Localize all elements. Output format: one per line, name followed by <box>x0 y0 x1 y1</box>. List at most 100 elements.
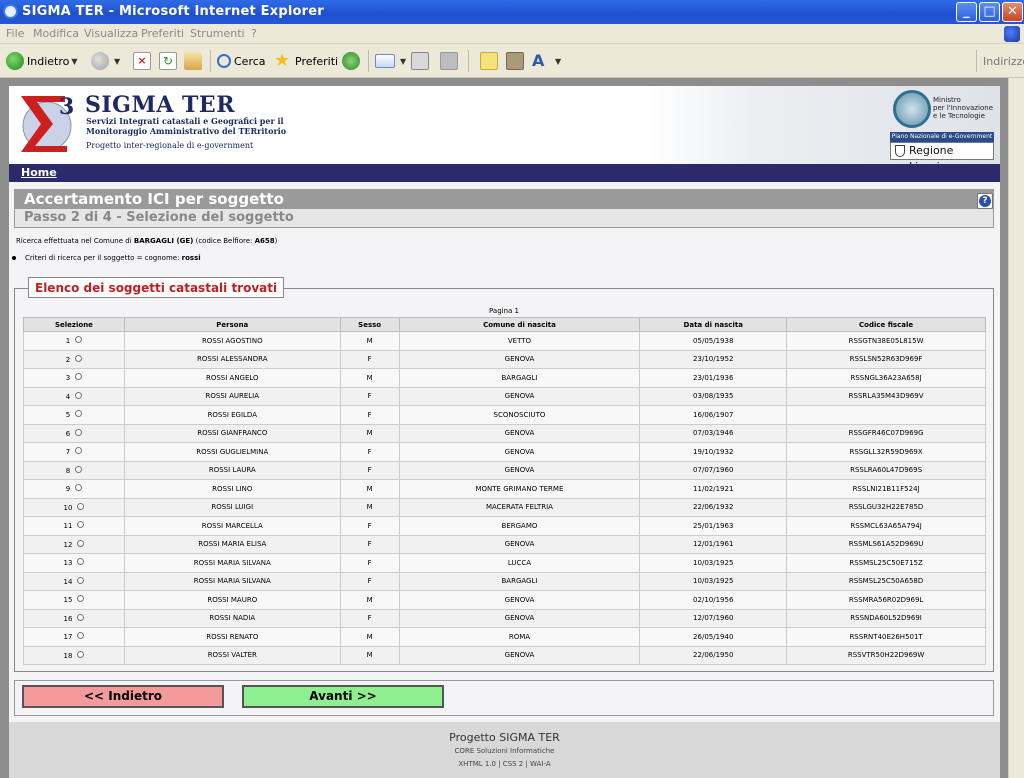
brand-subtitle-line1: Servizi Integrati catastali e Geografici… <box>86 116 284 126</box>
table-row[interactable]: 1 ROSSI AGOSTINO M VETTO 05/05/1938 RSSGTN38E… <box>23 331 986 351</box>
selection-radio[interactable] <box>77 650 85 658</box>
research-button[interactable] <box>506 51 527 71</box>
font-size-button[interactable]: A ▼ <box>532 51 561 71</box>
table-row[interactable]: 2 ROSSI ALESSANDRA F GENOVA 23/10/1952 RSSLSN… <box>23 349 986 369</box>
chevron-down-icon[interactable]: ▼ <box>114 57 120 66</box>
selection-radio[interactable] <box>75 428 83 436</box>
selection-radio[interactable] <box>77 502 85 510</box>
history-icon <box>342 52 360 70</box>
print-button[interactable] <box>411 51 432 71</box>
sesso-cell: F <box>339 608 400 628</box>
selection-radio[interactable] <box>75 465 83 473</box>
codice-fiscale-cell: RSSLGU32H22E785D <box>786 497 986 517</box>
back-label: Indietro <box>27 54 70 68</box>
codice-fiscale-cell: RSSLNI21B11F524J <box>786 479 986 499</box>
selection-radio[interactable] <box>75 447 83 455</box>
menu-help[interactable]: ? <box>251 27 257 40</box>
data-cell: 22/06/1950 <box>639 645 788 665</box>
table-row[interactable]: 11 ROSSI MARCELLA F BERGAMO 25/01/1963 RSSMCL… <box>23 516 986 536</box>
selection-radio[interactable] <box>75 354 83 362</box>
help-button[interactable]: ? <box>977 193 993 209</box>
comune-cell: GENOVA <box>398 645 641 665</box>
table-row[interactable]: 15 ROSSI MAURO M GENOVA 02/10/1956 RSSMRA56R0… <box>23 590 986 610</box>
comune-cell: MONTE GRIMANO TERME <box>398 479 641 499</box>
table-row[interactable]: 7 ROSSI GUGLIELMINA F GENOVA 19/10/1932 RSSGL… <box>23 442 986 462</box>
table-row[interactable]: 13 ROSSI MARIA SILVANA F LUCCA 10/03/1925 RSS… <box>23 553 986 573</box>
back-arrow-icon <box>6 52 24 70</box>
codice-fiscale-cell: RSSLSN52R63D969F <box>786 349 986 369</box>
table-row[interactable]: 10 ROSSI LUIGI M MACERATA FELTRIA 22/06/1932… <box>23 497 986 517</box>
close-button[interactable]: ✕ <box>1002 2 1023 22</box>
back-button[interactable]: Indietro ▼ <box>6 51 78 71</box>
menu-strumenti[interactable]: Strumenti <box>190 27 245 40</box>
row-number: 2 <box>65 355 71 364</box>
table-row[interactable]: 12 ROSSI MARIA ELISA F GENOVA 12/01/1961 RSSM… <box>23 534 986 554</box>
selection-radio[interactable] <box>77 595 85 603</box>
search-info-prefix: Ricerca effettuata nel Comune di <box>16 237 134 245</box>
table-row[interactable]: 17 ROSSI RENATO M ROMA 26/05/1940 RSSRNT40E26… <box>23 627 986 647</box>
selection-radio[interactable] <box>77 613 85 621</box>
next-button[interactable]: Avanti >> <box>242 685 444 708</box>
selection-cell: 11 <box>23 516 125 536</box>
selection-cell: 13 <box>23 553 125 573</box>
criteria-value: rossi <box>181 254 201 262</box>
selection-radio[interactable] <box>75 410 83 418</box>
stop-button[interactable]: × <box>133 51 154 71</box>
chevron-down-icon[interactable]: ▼ <box>555 57 561 66</box>
menu-file[interactable]: File <box>6 27 24 40</box>
discuss-button[interactable] <box>480 51 501 71</box>
data-cell: 02/10/1956 <box>639 590 788 610</box>
forward-button[interactable]: ▼ <box>91 51 120 71</box>
home-link[interactable]: Home <box>21 166 57 179</box>
refresh-button[interactable]: ↻ <box>159 51 180 71</box>
sesso-cell: F <box>339 349 400 369</box>
data-cell: 16/06/1907 <box>639 405 788 425</box>
selection-radio[interactable] <box>75 391 83 399</box>
selection-radio[interactable] <box>75 484 83 492</box>
menu-preferiti[interactable]: Preferiti <box>141 27 184 40</box>
table-row[interactable]: 4 ROSSI AURELIA F GENOVA 03/08/1935 RSSRLA35M… <box>23 386 986 406</box>
research-icon <box>506 52 524 70</box>
selection-radio[interactable] <box>77 576 85 584</box>
menu-modifica[interactable]: Modifica <box>33 27 79 40</box>
persona-cell: ROSSI EGILDA <box>123 405 341 425</box>
table-row[interactable]: 16 ROSSI NADIA F GENOVA 12/07/1960 RSSNDA60L5… <box>23 608 986 628</box>
maximize-button[interactable]: □ <box>979 2 1000 22</box>
menu-visualizza[interactable]: Visualizza <box>84 27 138 40</box>
row-number: 7 <box>65 448 71 457</box>
home-button[interactable] <box>184 51 205 71</box>
selection-radio[interactable] <box>77 539 85 547</box>
data-cell: 07/03/1946 <box>639 423 788 443</box>
table-row[interactable]: 9 ROSSI LINO M MONTE GRIMANO TERME 11/02/192… <box>23 479 986 499</box>
table-row[interactable]: 14 ROSSI MARIA SILVANA F BARGAGLI 10/03/1925… <box>23 571 986 591</box>
edit-button[interactable] <box>440 51 461 71</box>
persona-cell: ROSSI VALTER <box>123 645 341 665</box>
table-row[interactable]: 5 ROSSI EGILDA F SCONOSCIUTO 16/06/1907 <box>23 405 986 425</box>
ministry-line1: Ministro <box>933 96 961 104</box>
egov-plan-label: Piano Nazionale di e-Government <box>890 132 994 142</box>
persona-cell: ROSSI LAURA <box>123 460 341 480</box>
vertical-scrollbar[interactable] <box>1008 78 1024 778</box>
selection-radio[interactable] <box>77 521 85 529</box>
favorites-button[interactable]: ★ Preferiti <box>274 51 338 71</box>
chevron-down-icon[interactable]: ▼ <box>71 57 77 66</box>
selection-radio[interactable] <box>75 336 83 344</box>
table-row[interactable]: 3 ROSSI ANGELO M BARGAGLI 23/01/1936 RSSNGL36… <box>23 368 986 388</box>
persona-cell: ROSSI GUGLIELMINA <box>123 442 341 462</box>
table-row[interactable]: 18 ROSSI VALTER M GENOVA 22/06/1950 RSSVTR50H… <box>23 645 986 665</box>
table-row[interactable]: 8 ROSSI LAURA F GENOVA 07/07/1960 RSSLRA60L47… <box>23 460 986 480</box>
selection-radio[interactable] <box>75 373 83 381</box>
help-icon: ? <box>979 195 991 207</box>
selection-radio[interactable] <box>77 558 85 566</box>
persona-cell: ROSSI GIANFRANCO <box>123 423 341 443</box>
mail-button[interactable]: ▼ <box>375 51 406 71</box>
back-button-page[interactable]: << Indietro <box>22 685 224 708</box>
chevron-down-icon[interactable]: ▼ <box>400 57 406 66</box>
search-button[interactable]: Cerca <box>217 51 266 71</box>
minimize-button[interactable]: _ <box>956 2 977 22</box>
sesso-cell: M <box>339 590 400 610</box>
table-row[interactable]: 6 ROSSI GIANFRANCO M GENOVA 07/03/1946 RSSGFR… <box>23 423 986 443</box>
selection-radio[interactable] <box>77 632 85 640</box>
selection-cell: 8 <box>23 460 125 480</box>
history-button[interactable] <box>342 51 363 71</box>
